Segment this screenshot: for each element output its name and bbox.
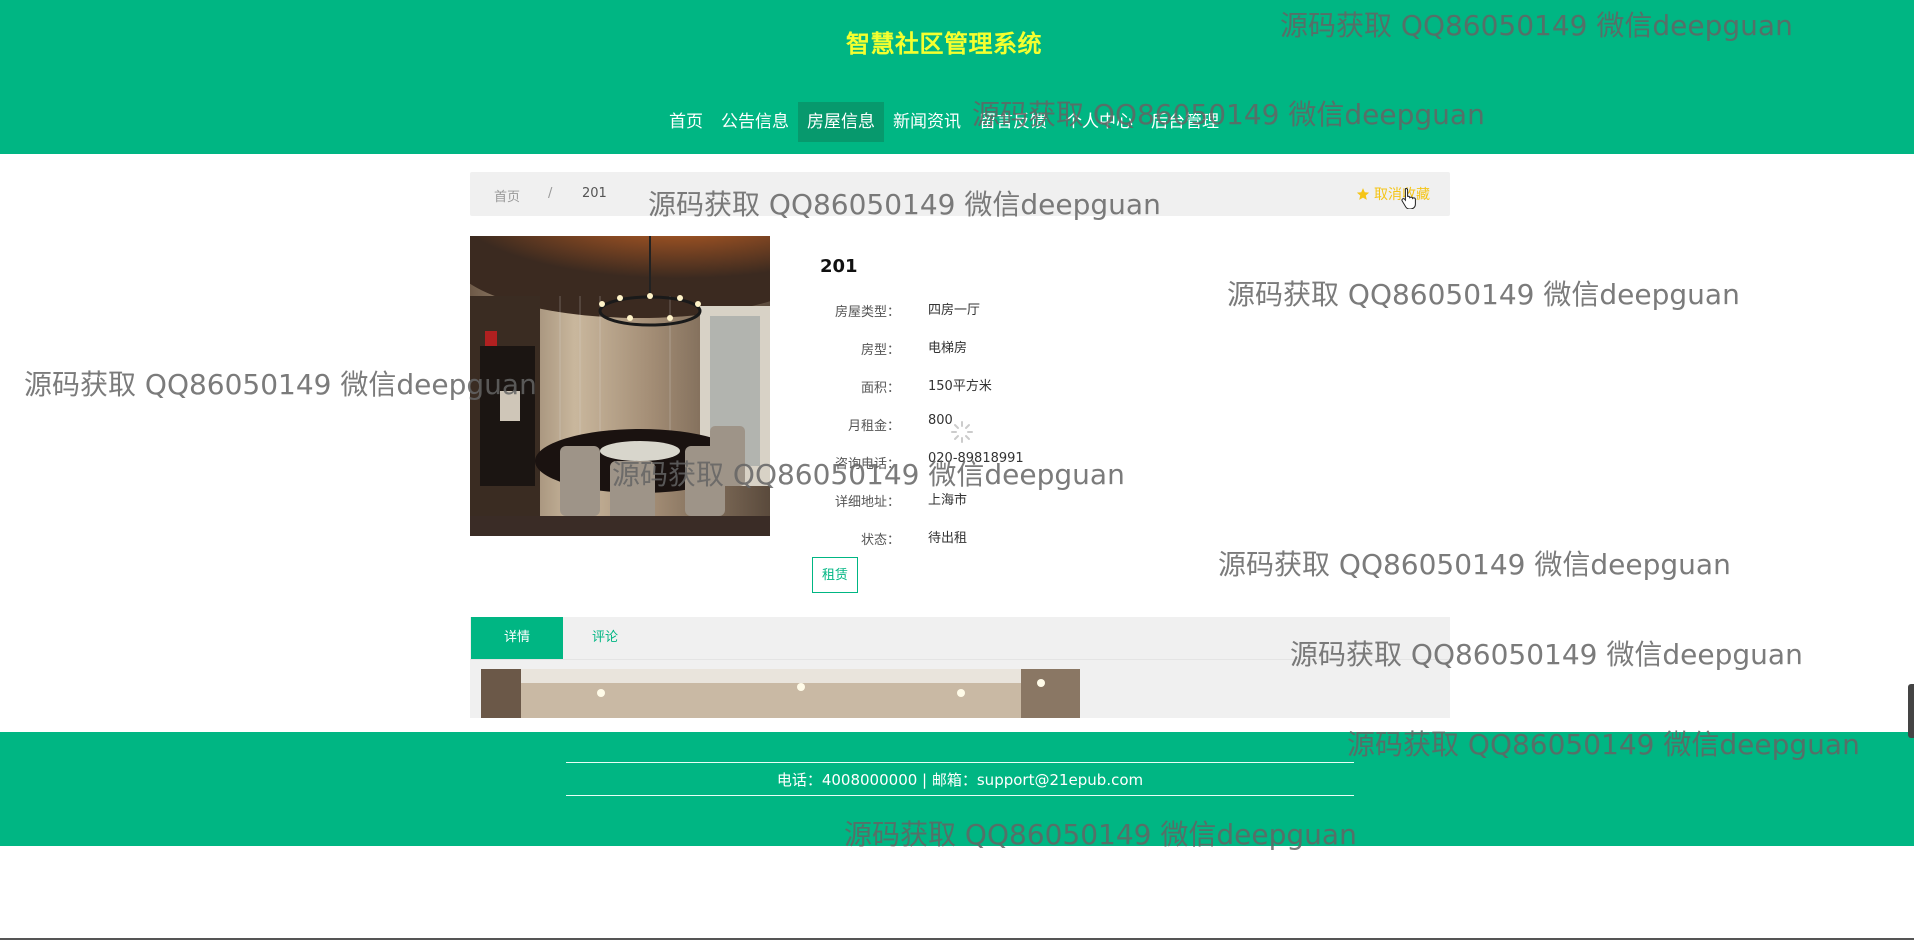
- field-value: 150平方米: [928, 379, 992, 394]
- house-photo: [470, 236, 770, 536]
- field-label: 详细地址：: [834, 495, 900, 510]
- breadcrumb-separator: /: [548, 186, 553, 201]
- field-label: 房屋类型：: [834, 305, 900, 320]
- breadcrumb: 首页 / 201 取消收藏: [470, 172, 1450, 216]
- footer-divider-bottom: [566, 795, 1354, 796]
- house-title: 201: [820, 256, 858, 277]
- field-label: 面积：: [860, 381, 900, 396]
- nav-item-personal-center[interactable]: 个人中心: [1056, 102, 1142, 142]
- field-monthly-rent: 月租金： 800: [800, 413, 1200, 435]
- footer: 电话：4008000000 | 邮箱：support@21epub.com: [0, 732, 1914, 846]
- field-label: 咨询电话：: [834, 457, 900, 472]
- nav-item-home[interactable]: 首页: [660, 102, 712, 142]
- tab-comments[interactable]: 评论: [564, 617, 646, 659]
- field-label: 房型：: [860, 343, 900, 358]
- tab-details[interactable]: 详情: [471, 617, 563, 659]
- field-house-type: 房屋类型： 四房一厅: [800, 301, 1200, 321]
- field-area: 面积： 150平方米: [800, 377, 1200, 397]
- breadcrumb-home[interactable]: 首页: [494, 186, 520, 205]
- watermark: 源码获取 QQ86050149 微信deepguan: [1218, 548, 1731, 581]
- field-layout: 房型： 电梯房: [800, 339, 1200, 359]
- unfavorite-button[interactable]: 取消收藏: [1356, 184, 1430, 204]
- field-value: 020-89818991: [928, 451, 1024, 466]
- field-label: 月租金：: [847, 419, 900, 434]
- field-value: 电梯房: [928, 341, 968, 356]
- field-status: 状态： 待出租: [800, 529, 1200, 549]
- header: 智慧社区管理系统 首页 公告信息 房屋信息 新闻资讯 留言反馈 个人中心 后台管…: [0, 0, 1914, 154]
- detail-photo: [481, 669, 1080, 718]
- field-label: 状态：: [860, 533, 900, 548]
- hand-cursor-icon: [1401, 187, 1416, 209]
- main-nav: 首页 公告信息 房屋信息 新闻资讯 留言反馈 个人中心 后台管理: [0, 102, 1888, 142]
- field-value: 四房一厅: [928, 303, 981, 318]
- footer-divider-top: [566, 762, 1354, 763]
- nav-item-houses[interactable]: 房屋信息: [798, 102, 884, 142]
- loading-spinner-icon: [951, 421, 973, 443]
- field-address: 详细地址： 上海市: [800, 491, 1200, 511]
- star-icon: [1356, 188, 1369, 200]
- nav-item-announcements[interactable]: 公告信息: [712, 102, 798, 142]
- watermark: 源码获取 QQ86050149 微信deepguan: [1227, 278, 1740, 311]
- field-value: 上海市: [928, 493, 968, 508]
- nav-item-admin[interactable]: 后台管理: [1142, 102, 1228, 142]
- field-value: 待出租: [928, 531, 968, 546]
- detail-tabs: 详情 评论: [470, 617, 1450, 660]
- nav-item-feedback[interactable]: 留言反馈: [970, 102, 1056, 142]
- watermark: 源码获取 QQ86050149 微信deepguan: [24, 368, 537, 401]
- breadcrumb-current: 201: [582, 186, 607, 201]
- field-phone: 咨询电话： 020-89818991: [800, 451, 1200, 473]
- footer-contact: 电话：4008000000 | 邮箱：support@21epub.com: [776, 771, 1144, 789]
- rent-button[interactable]: 租赁: [812, 557, 858, 593]
- site-title: 智慧社区管理系统: [846, 30, 1042, 58]
- scrollbar-handle[interactable]: [1908, 684, 1914, 738]
- nav-item-news[interactable]: 新闻资讯: [884, 102, 970, 142]
- detail-content: [470, 660, 1450, 718]
